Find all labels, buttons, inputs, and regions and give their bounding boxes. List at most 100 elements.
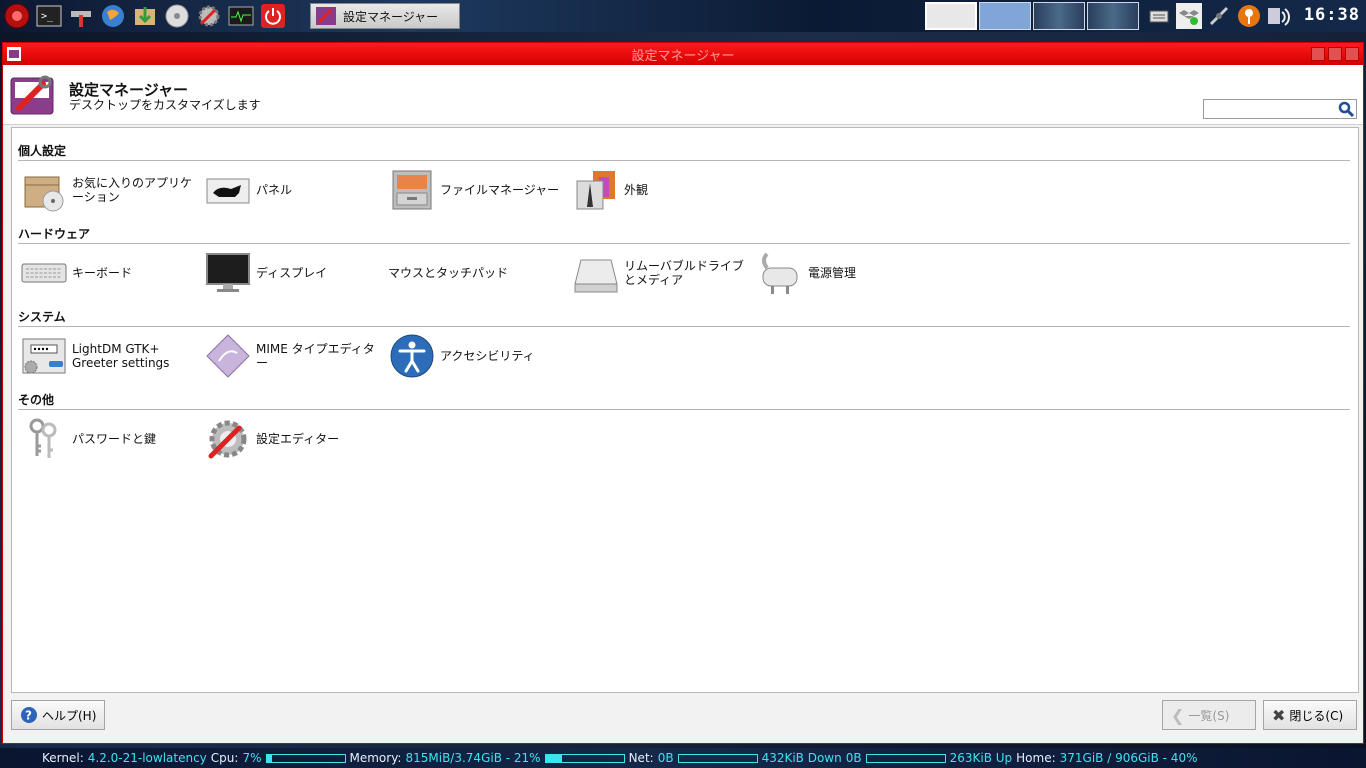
- category-personal: 個人設定: [18, 142, 1350, 161]
- item-label: パネル: [256, 183, 293, 197]
- item-label: パスワードと鍵: [72, 432, 157, 446]
- maximize-button[interactable]: [1328, 47, 1342, 61]
- power-icon[interactable]: [258, 2, 288, 30]
- close-button[interactable]: ✖ 閉じる(C): [1263, 700, 1357, 730]
- item-appearance[interactable]: 外観: [572, 167, 754, 213]
- overview-button[interactable]: ❮ 一覧(S): [1162, 700, 1256, 730]
- terminal-icon[interactable]: >_: [34, 2, 64, 30]
- settings-manager-window: 設定マネージャー 設定マネージャー デスクトップをカスタマイズします 個人設定 …: [2, 42, 1364, 744]
- download-icon[interactable]: [130, 2, 160, 30]
- keyboard-layout-icon[interactable]: [1146, 3, 1172, 29]
- settings-icon[interactable]: [194, 2, 224, 30]
- settings-editor-icon: [204, 416, 252, 462]
- workspace-1[interactable]: [925, 2, 977, 30]
- preferred-apps-icon: [20, 167, 68, 213]
- page-subtitle: デスクトップをカスタマイズします: [69, 98, 261, 112]
- item-settings-editor[interactable]: 設定エディター: [204, 416, 386, 462]
- disk-icon[interactable]: [162, 2, 192, 30]
- close-button-label: 閉じる(C): [1289, 708, 1344, 723]
- item-keyboard[interactable]: キーボード: [20, 250, 202, 296]
- network-icon[interactable]: [1206, 3, 1232, 29]
- cpu-graph: [265, 753, 346, 763]
- settings-manager-icon: [10, 75, 54, 115]
- help-button[interactable]: ? ヘルプ(H): [11, 700, 106, 730]
- keyboard-icon: [20, 250, 68, 296]
- workspace-4[interactable]: [1087, 2, 1139, 30]
- settings-manager-icon: [316, 7, 336, 25]
- item-label: リムーバブルドライブとメディア: [624, 259, 744, 287]
- upload-graph: [865, 753, 946, 763]
- item-label: MIME タイプエディター: [256, 342, 375, 370]
- tools-icon[interactable]: [66, 2, 96, 30]
- kernel-value: 4.2.0-21-lowlatency: [87, 751, 207, 765]
- user-status-icon[interactable]: [1236, 3, 1262, 29]
- file-manager-icon: [388, 167, 436, 213]
- dropbox-icon[interactable]: [1176, 3, 1202, 29]
- download-graph: [677, 753, 758, 763]
- net-label: Net:: [628, 751, 654, 765]
- workspace-pager: [925, 2, 1139, 30]
- item-label: アクセシビリティ: [440, 349, 535, 363]
- close-icon: ✖: [1272, 705, 1286, 725]
- close-window-button[interactable]: [1345, 47, 1359, 61]
- cpu-value: 7%: [242, 751, 262, 765]
- back-arrow-icon: ❮: [1171, 705, 1185, 725]
- svg-text:?: ?: [25, 709, 32, 723]
- item-power-manager[interactable]: 電源管理: [756, 250, 938, 296]
- power-plug-icon: [756, 250, 804, 296]
- taskbar-window-button[interactable]: 設定マネージャー: [310, 3, 460, 29]
- search-input[interactable]: [1204, 100, 1334, 118]
- upload-value: 263KiB Up: [949, 751, 1013, 765]
- system-monitor-icon[interactable]: [226, 2, 256, 30]
- item-label: 外観: [624, 183, 649, 197]
- search-icon[interactable]: [1338, 101, 1354, 117]
- net-value: 0B: [657, 751, 674, 765]
- item-accessibility[interactable]: アクセシビリティ: [388, 333, 570, 379]
- kernel-label: Kernel:: [42, 751, 84, 765]
- memory-label: Memory:: [349, 751, 402, 765]
- panel-icon: [204, 167, 252, 213]
- minimize-button[interactable]: [1311, 47, 1325, 61]
- app-menu-icon[interactable]: [2, 2, 32, 30]
- download-value: 432KiB Down: [761, 751, 842, 765]
- help-icon: ?: [21, 707, 37, 723]
- wireless-icon[interactable]: [1266, 3, 1292, 29]
- dialog-button-bar: ? ヘルプ(H) ❮ 一覧(S) ✖ 閉じる(C): [3, 693, 1363, 741]
- item-label: ファイルマネージャー: [440, 183, 560, 197]
- item-lightdm-greeter[interactable]: LightDM GTK+ Greeter settings: [20, 333, 202, 379]
- clock[interactable]: 16:38: [1304, 5, 1360, 25]
- item-panel[interactable]: パネル: [204, 167, 386, 213]
- home-label: Home:: [1016, 751, 1056, 765]
- category-system: システム: [18, 308, 1350, 327]
- item-label: LightDM GTK+ Greeter settings: [72, 342, 170, 370]
- browser-icon[interactable]: [98, 2, 128, 30]
- cpu-label: Cpu:: [210, 751, 239, 765]
- search-box[interactable]: [1203, 99, 1357, 119]
- system-status-bar: Kernel: 4.2.0-21-lowlatency Cpu: 7% Memo…: [0, 748, 1366, 768]
- item-display[interactable]: ディスプレイ: [204, 250, 386, 296]
- item-file-manager[interactable]: ファイルマネージャー: [388, 167, 570, 213]
- workspace-3[interactable]: [1033, 2, 1085, 30]
- home-value: 371GiB / 906GiB - 40%: [1059, 751, 1198, 765]
- dialog-header: 設定マネージャー デスクトップをカスタマイズします: [3, 65, 1363, 125]
- settings-content: 個人設定 お気に入りのアプリケーション パネル ファイルマネージャー 外観 ハー…: [11, 127, 1359, 693]
- top-panel: >_ 設定マネージャー 16:38: [0, 0, 1366, 32]
- workspace-2[interactable]: [979, 2, 1031, 30]
- item-label: キーボード: [72, 266, 133, 280]
- item-mouse-touchpad[interactable]: マウスとタッチパッド: [388, 250, 558, 296]
- item-passwords-keys[interactable]: パスワードと鍵: [20, 416, 202, 462]
- appearance-icon: [572, 167, 620, 213]
- item-label: お気に入りのアプリケーション: [72, 176, 193, 204]
- item-removable-drives[interactable]: リムーバブルドライブとメディア: [572, 250, 754, 296]
- item-preferred-applications[interactable]: お気に入りのアプリケーション: [20, 167, 202, 213]
- system-tray: [1146, 2, 1292, 30]
- item-mime-editor[interactable]: MIME タイプエディター: [204, 333, 386, 379]
- download-amount: 0B: [845, 751, 862, 765]
- item-label: マウスとタッチパッド: [388, 266, 509, 280]
- mime-editor-icon: [204, 333, 252, 379]
- accessibility-icon: [388, 333, 436, 379]
- login-screen-icon: [20, 333, 68, 379]
- window-titlebar[interactable]: 設定マネージャー: [3, 43, 1363, 65]
- help-button-label: ヘルプ(H): [42, 708, 97, 723]
- window-title: 設定マネージャー: [631, 48, 735, 64]
